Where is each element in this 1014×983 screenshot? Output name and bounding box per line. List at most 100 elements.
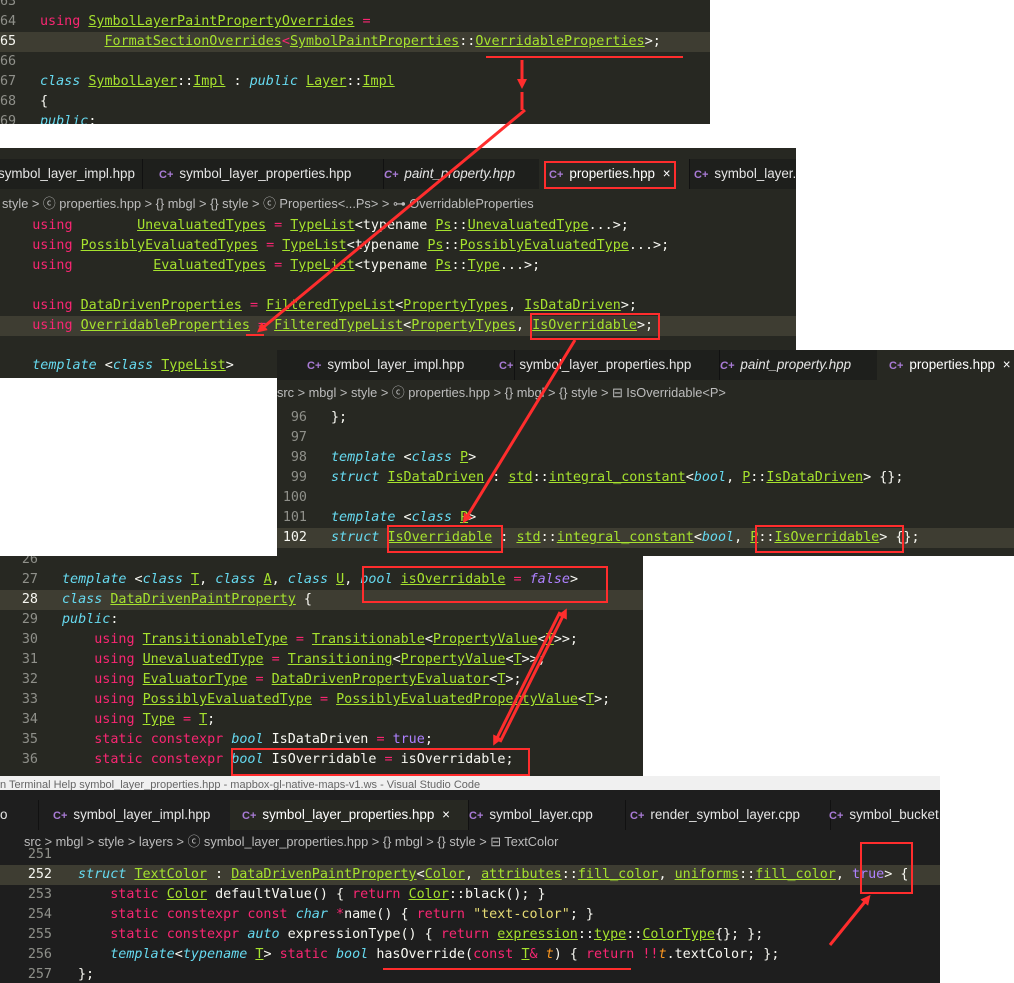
code-line[interactable]: 64 using SymbolLayerPaintPropertyOverride…	[0, 12, 710, 32]
code-text[interactable]: };	[331, 410, 347, 425]
code-line[interactable]: 67 class SymbolLayer::Impl : public Layer…	[0, 72, 710, 92]
code-text[interactable]: static constexpr const char *name() { re…	[78, 907, 594, 922]
code-line[interactable]: using DataDrivenProperties = FilteredTyp…	[0, 296, 796, 316]
code-text[interactable]: public:	[62, 612, 118, 627]
cpp-file-icon: C+	[469, 810, 484, 822]
code-text[interactable]: using TransitionableType = Transitionabl…	[62, 632, 578, 647]
code-line[interactable]: 31 using UnevaluatedType = Transitioning…	[0, 650, 643, 670]
code-text[interactable]: using PossiblyEvaluatedTypes = TypeList<…	[0, 238, 669, 253]
code-area[interactable]: 251 252 struct TextColor : DataDrivenPaint…	[0, 845, 940, 983]
code-text[interactable]: using Type = T;	[62, 712, 215, 727]
code-line[interactable]: 36 static constexpr bool IsOverridable =…	[0, 750, 643, 770]
tab-symbol-layer-impl[interactable]: C+ symbol_layer_impl.hpp	[277, 350, 515, 380]
code-line[interactable]: 96};	[277, 408, 1014, 428]
code-line[interactable]: 251	[0, 845, 940, 865]
code-text[interactable]: public:	[40, 114, 96, 124]
tab-symbol-layer-cpp[interactable]: C+ symbol_layer.c	[682, 159, 796, 189]
code-line[interactable]: 35 static constexpr bool IsDataDriven = …	[0, 730, 643, 750]
code-text[interactable]: template <class T, class A, class U, boo…	[62, 572, 578, 587]
tab-paint-property[interactable]: C+ paint_property.hpp	[368, 159, 555, 189]
code-line[interactable]: 255 static constexpr auto expressionType…	[0, 925, 940, 945]
code-text[interactable]: struct TextColor : DataDrivenPaintProper…	[78, 867, 908, 882]
code-text[interactable]: template <class P>	[331, 510, 476, 525]
code-line[interactable]: 100	[277, 488, 1014, 508]
code-text[interactable]: using DataDrivenProperties = FilteredTyp…	[0, 298, 637, 313]
code-text[interactable]: using OverridableProperties = FilteredTy…	[0, 318, 653, 333]
code-text[interactable]: template<typename T> static bool hasOver…	[78, 947, 779, 962]
code-line[interactable]: 101 template <class P>	[277, 508, 1014, 528]
code-area[interactable]: 96}; 97 98 template <class P> 99 struct IsDat…	[277, 408, 1014, 548]
code-line[interactable]: 69 public:	[0, 112, 710, 124]
code-line[interactable]: using EvaluatedTypes = TypeList<typename…	[0, 256, 796, 276]
code-text[interactable]: using SymbolLayerPaintPropertyOverrides …	[40, 14, 371, 29]
code-line[interactable]: 65 FormatSectionOverrides<SymbolPaintPro…	[0, 32, 710, 52]
code-line[interactable]: 66	[0, 52, 710, 72]
code-text[interactable]: {	[40, 94, 48, 109]
code-line[interactable]: 97	[277, 428, 1014, 448]
code-line[interactable]: 253 static Color defaultValue() { return…	[0, 885, 940, 905]
code-line[interactable]: 99 struct IsDataDriven : std::integral_co…	[277, 468, 1014, 488]
code-line[interactable]: 26	[0, 556, 643, 570]
tab-properties-hpp[interactable]: C+ properties.hpp ×	[539, 159, 690, 189]
tab-symbol-layer-properties[interactable]: C+ symbol_layer_properties.hpp	[143, 159, 384, 189]
code-line[interactable]: using OverridableProperties = FilteredTy…	[0, 316, 796, 336]
code-text[interactable]: struct IsOverridable : std::integral_con…	[331, 530, 920, 545]
tab-symbol-layer-cpp[interactable]: C+ symbol_layer.cpp	[457, 800, 626, 830]
code-line[interactable]: 29 public:	[0, 610, 643, 630]
code-text[interactable]: using UnevaluatedType = Transitioning<Pr…	[62, 652, 546, 667]
tab-symbol-layer-impl[interactable]: C+ symbol_layer_impl.hpp	[39, 800, 244, 830]
tab-symbol-layer-properties[interactable]: C+ symbol_layer_properties.hpp	[485, 350, 720, 380]
code-text[interactable]: class SymbolLayer::Impl : public Layer::…	[40, 74, 395, 89]
code-line[interactable]: using UnevaluatedTypes = TypeList<typena…	[0, 216, 796, 236]
code-line[interactable]: 68 {	[0, 92, 710, 112]
code-text[interactable]: static Color defaultValue() { return Col…	[78, 887, 545, 902]
code-text[interactable]: FormatSectionOverrides<SymbolPaintProper…	[40, 34, 661, 49]
code-text[interactable]: class DataDrivenPaintProperty {	[62, 592, 312, 607]
code-line[interactable]: using PossiblyEvaluatedTypes = TypeList<…	[0, 236, 796, 256]
tab-properties-hpp[interactable]: C+ properties.hpp ×	[877, 350, 1014, 380]
code-text[interactable]: };	[78, 967, 94, 982]
code-line[interactable]: 30 using TransitionableType = Transition…	[0, 630, 643, 650]
code-line[interactable]: 254 static constexpr const char *name() …	[0, 905, 940, 925]
code-text[interactable]: using EvaluatorType = DataDrivenProperty…	[62, 672, 521, 687]
code-line[interactable]: 256 template<typename T> static bool has…	[0, 945, 940, 965]
tab-partial[interactable]: o	[0, 800, 39, 830]
tab-symbol-layer-impl[interactable]: symbol_layer_impl.hpp	[0, 159, 143, 189]
code-line[interactable]: 252 struct TextColor : DataDrivenPaintPro…	[0, 865, 940, 885]
code-text[interactable]: static constexpr bool IsOverridable = is…	[62, 752, 513, 767]
code-line[interactable]: 34 using Type = T;	[0, 710, 643, 730]
code-line[interactable]: 63	[0, 0, 710, 12]
code-text[interactable]: static constexpr bool IsDataDriven = tru…	[62, 732, 433, 747]
code-line[interactable]: 32 using EvaluatorType = DataDrivenPrope…	[0, 670, 643, 690]
code-text[interactable]: struct IsDataDriven : std::integral_cons…	[331, 470, 903, 485]
code-text[interactable]: using UnevaluatedTypes = TypeList<typena…	[0, 218, 629, 233]
code-text[interactable]: using PossiblyEvaluatedType = PossiblyEv…	[62, 692, 610, 707]
close-icon[interactable]: ×	[442, 807, 450, 822]
close-icon[interactable]: ×	[1003, 357, 1011, 372]
code-text[interactable]: using EvaluatedTypes = TypeList<typename…	[0, 258, 540, 273]
tab-render-symbol-layer[interactable]: C+ render_symbol_layer.cpp	[614, 800, 831, 830]
code-line[interactable]: 28 class DataDrivenPaintProperty {	[0, 590, 643, 610]
code-text[interactable]: static constexpr auto expressionType() {…	[78, 927, 763, 942]
line-number: 253	[27, 887, 52, 902]
line-number: 251	[27, 847, 52, 862]
code-line[interactable]: 98 template <class P>	[277, 448, 1014, 468]
tab-label: symbol_bucket.c	[849, 807, 940, 822]
tab-symbol-layer-properties[interactable]: C+ symbol_layer_properties.hpp ×	[230, 800, 469, 830]
cpp-file-icon: C+	[889, 360, 904, 372]
code-area[interactable]: 63 64 using SymbolLayerPaintPropertyOverri…	[0, 0, 710, 124]
code-line[interactable]: 102 struct IsOverridable : std::integral_…	[277, 528, 1014, 548]
code-text[interactable]: template <class P>	[331, 450, 476, 465]
code-line[interactable]: 27 template <class T, class A, class U, b…	[0, 570, 643, 590]
close-icon[interactable]: ×	[663, 166, 671, 181]
tab-paint-property[interactable]: C+ paint_property.hpp	[706, 350, 891, 380]
code-line[interactable]	[0, 276, 796, 296]
code-line[interactable]: 33 using PossiblyEvaluatedType = Possibl…	[0, 690, 643, 710]
breadcrumb[interactable]: style > ⓒ properties.hpp > {} mbgl > {} …	[0, 193, 796, 215]
code-text[interactable]: template <class TypeList>	[0, 358, 234, 373]
breadcrumb[interactable]: src > mbgl > style > ⓒ properties.hpp > …	[277, 382, 1014, 404]
code-area[interactable]: 26 27 template <class T, class A, class U,…	[0, 556, 643, 770]
tab-symbol-bucket[interactable]: C+ symbol_bucket.c	[815, 800, 940, 830]
line-number: 255	[27, 927, 52, 942]
tab-label: paint_property.hpp	[740, 357, 852, 372]
